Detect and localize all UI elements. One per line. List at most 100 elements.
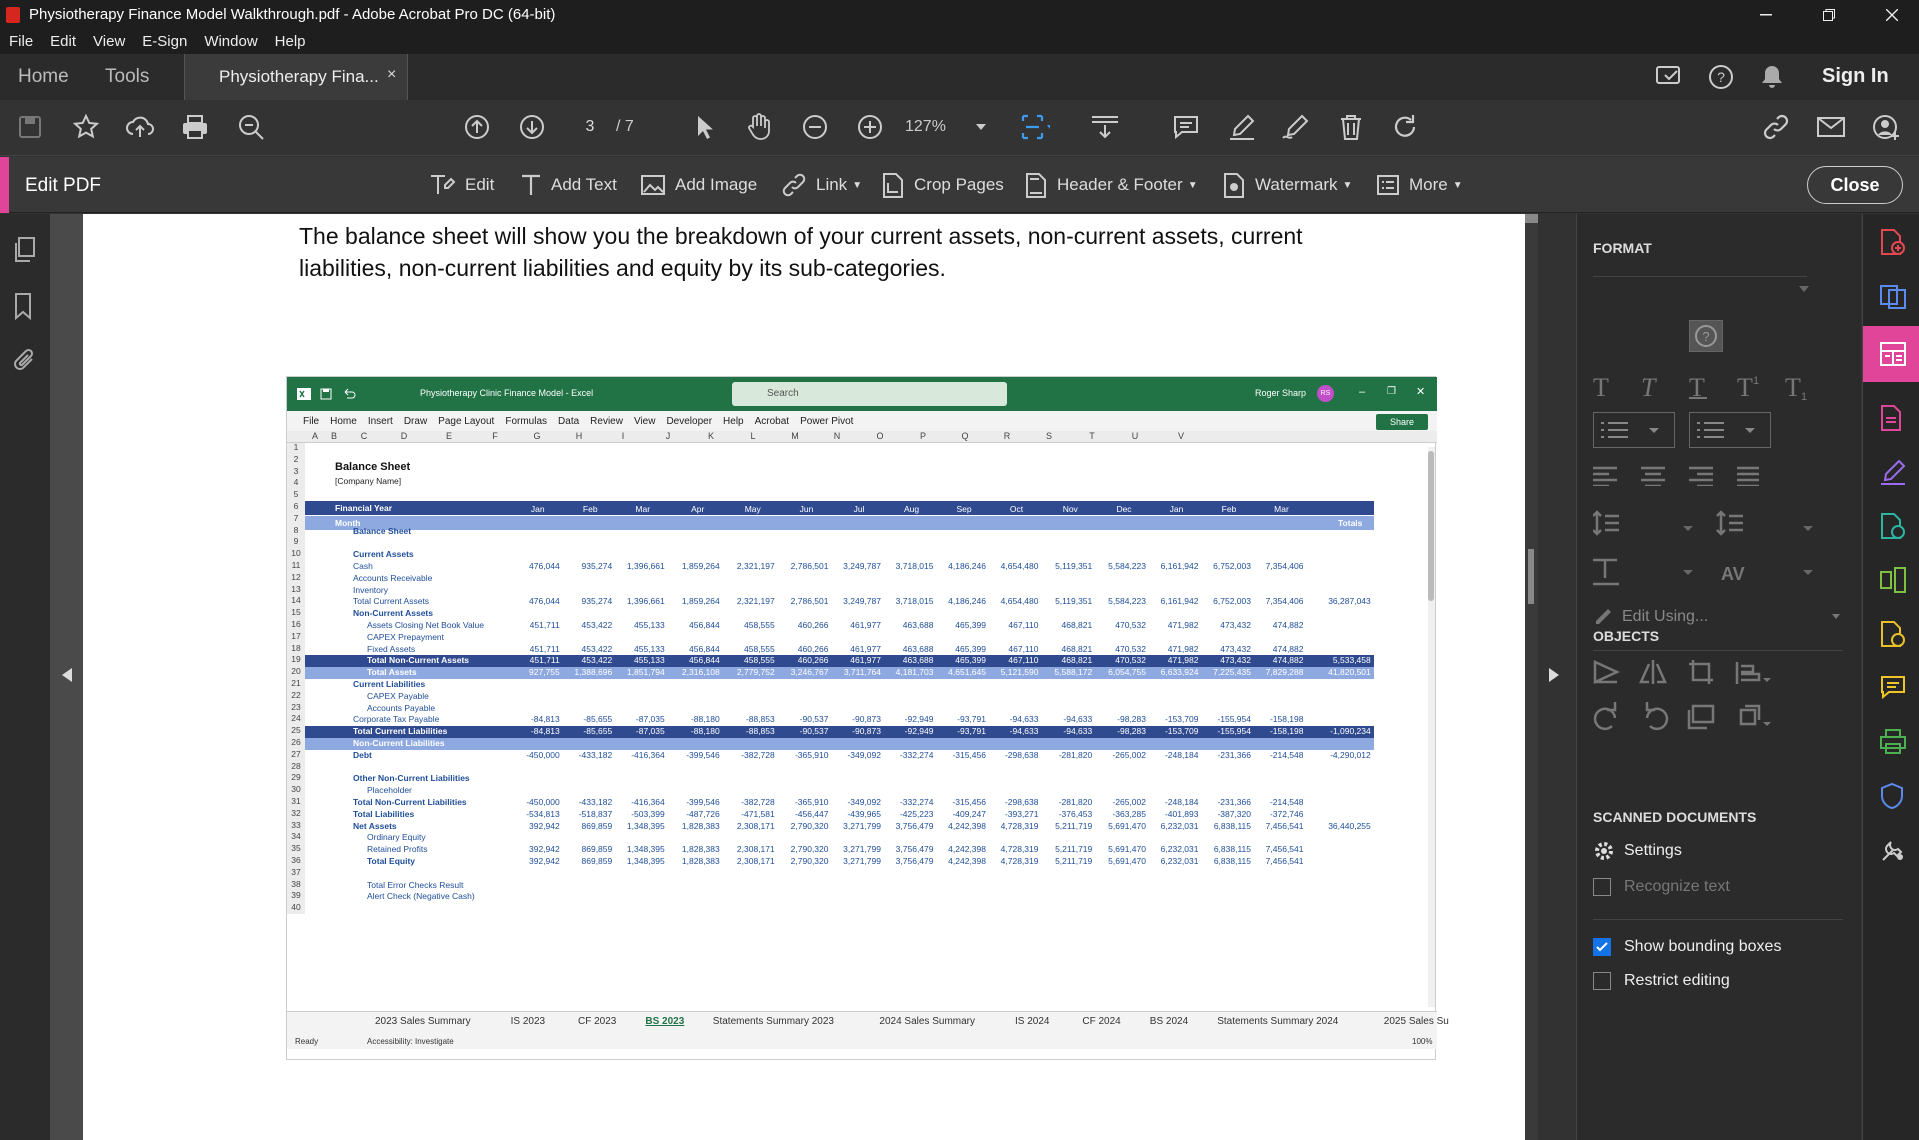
text-color-help-icon[interactable]: ? xyxy=(1689,320,1723,352)
fill-sign-icon[interactable] xyxy=(1879,458,1906,485)
zoom-dropdown-icon[interactable] xyxy=(966,112,996,142)
watermark-button[interactable]: Watermark ▼ xyxy=(1222,171,1352,199)
page-thumbnails-icon[interactable] xyxy=(12,236,38,262)
minimize-button[interactable] xyxy=(1743,0,1789,29)
share-link-icon[interactable] xyxy=(1762,112,1792,142)
notifications-bell-icon[interactable] xyxy=(1760,64,1784,90)
font-family-field[interactable] xyxy=(1593,276,1807,277)
select-cursor-icon[interactable] xyxy=(690,112,720,142)
close-edit-button[interactable]: Close xyxy=(1807,166,1903,204)
send-for-signature-icon[interactable] xyxy=(1879,512,1905,539)
excel-menu-item: Review xyxy=(590,415,623,427)
highlight-pen-icon[interactable] xyxy=(1227,112,1257,142)
page-fit-icon[interactable] xyxy=(1020,112,1050,142)
email-icon[interactable] xyxy=(1816,112,1846,142)
recognize-text-checkbox[interactable]: Recognize text xyxy=(1593,878,1730,896)
alignment-icons[interactable] xyxy=(1593,466,1759,486)
numbered-list-button[interactable] xyxy=(1689,412,1771,448)
value-cell: 453,422 xyxy=(581,643,613,654)
excel-ribbon-menu: File Home Insert Draw Page Layout Formulas Dat… xyxy=(287,411,1437,431)
sign-icon[interactable] xyxy=(1281,112,1311,142)
zoom-search-icon[interactable] xyxy=(236,112,266,142)
value-cell: 458,555 xyxy=(744,643,775,654)
restore-button[interactable] xyxy=(1806,0,1852,29)
value-cell: -93,791 xyxy=(957,726,986,737)
organize-pages-icon[interactable] xyxy=(1879,566,1906,593)
excel-menu-item: View xyxy=(633,415,656,427)
rotate-icon[interactable] xyxy=(1391,112,1421,142)
upload-cloud-icon[interactable] xyxy=(125,112,155,142)
month-cell: Sep xyxy=(956,504,972,514)
comment-icon[interactable] xyxy=(1171,112,1201,142)
share-screen-icon[interactable] xyxy=(1655,63,1685,91)
zoom-in-icon[interactable] xyxy=(855,112,885,142)
edit-button-label: Edit xyxy=(465,175,495,194)
delete-trash-icon[interactable] xyxy=(1336,112,1366,142)
bullet-list-button[interactable] xyxy=(1593,412,1675,448)
collapse-right-pane-icon[interactable] xyxy=(1549,668,1559,682)
edit-button[interactable]: Edit xyxy=(428,171,494,199)
text-style-icons[interactable]: T T T T T11 xyxy=(1593,372,1813,400)
value-cell: 2,790,320 xyxy=(790,844,829,855)
hand-tool-icon[interactable] xyxy=(744,112,774,142)
row-label: Total Error Checks Result xyxy=(367,879,464,890)
bookmark-star-icon[interactable] xyxy=(71,112,101,142)
scan-ocr-icon[interactable] xyxy=(1879,620,1905,647)
show-bounding-boxes-checkbox[interactable]: Show bounding boxes xyxy=(1593,938,1781,956)
tab-tools[interactable]: Tools xyxy=(105,54,149,100)
object-arrange-icons[interactable] xyxy=(1593,658,1813,748)
save-icon[interactable] xyxy=(15,112,45,142)
export-pdf-icon[interactable] xyxy=(1879,404,1905,431)
menu-window[interactable]: Window xyxy=(204,33,257,50)
print-production-icon[interactable] xyxy=(1879,728,1906,754)
value-cell: -94,633 xyxy=(1009,714,1039,725)
attachments-paperclip-icon[interactable] xyxy=(12,346,38,372)
create-pdf-icon[interactable] xyxy=(1879,228,1905,255)
close-tab-icon[interactable]: × xyxy=(387,66,396,84)
add-image-button[interactable]: Add Image xyxy=(640,171,757,199)
tab-home[interactable]: Home xyxy=(18,54,69,100)
menu-file[interactable]: File xyxy=(9,33,33,50)
comment-tool-icon[interactable] xyxy=(1879,674,1905,700)
add-user-icon[interactable] xyxy=(1871,112,1901,142)
sign-in-button[interactable]: Sign In xyxy=(1822,65,1889,88)
next-page-icon[interactable] xyxy=(517,112,547,142)
menu-esign[interactable]: E-Sign xyxy=(142,33,187,50)
menu-edit[interactable]: Edit xyxy=(50,33,76,50)
menu-help[interactable]: Help xyxy=(275,33,306,50)
excel-screenshot-image[interactable]: Physiotherapy Clinic Finance Model - Exc… xyxy=(286,376,1449,1060)
edit-using-button[interactable]: Edit Using... xyxy=(1593,607,1708,627)
tab-document[interactable]: Physiotherapy Fina... × xyxy=(184,54,408,100)
value-cell: 6,054,755 xyxy=(1108,667,1146,678)
add-text-button[interactable]: Add Text xyxy=(520,171,617,199)
spacing-icons[interactable]: AV xyxy=(1593,510,1843,610)
restrict-editing-checkbox[interactable]: Restrict editing xyxy=(1593,972,1730,990)
row-number: 4 xyxy=(287,477,305,490)
value-cell: 455,133 xyxy=(634,643,665,654)
menu-view[interactable]: View xyxy=(93,33,125,50)
scroll-mode-icon[interactable] xyxy=(1090,112,1120,142)
zoom-level[interactable]: 127% xyxy=(905,118,946,136)
ocr-settings-button[interactable]: Settings xyxy=(1593,840,1682,862)
crop-pages-button[interactable]: Crop Pages xyxy=(881,171,1004,199)
header-footer-button[interactable]: Header & Footer ▼ xyxy=(1024,171,1198,199)
page-number-input[interactable] xyxy=(558,110,622,144)
row-number: 34 xyxy=(287,831,305,844)
previous-page-icon[interactable] xyxy=(462,112,492,142)
value-cell: -231,366 xyxy=(1217,749,1251,760)
help-icon[interactable]: ? xyxy=(1707,63,1735,91)
month-band xyxy=(305,516,1374,530)
row-label: Total Liabilities xyxy=(353,808,415,819)
zoom-out-icon[interactable] xyxy=(800,112,830,142)
link-button[interactable]: Link ▼ xyxy=(781,171,862,199)
protect-shield-icon[interactable] xyxy=(1879,782,1905,810)
collapse-left-pane-icon[interactable] xyxy=(62,668,72,682)
more-button[interactable]: More ▼ xyxy=(1376,171,1463,199)
close-window-button[interactable] xyxy=(1869,0,1915,29)
print-icon[interactable] xyxy=(180,112,210,142)
edit-pdf-tool-icon[interactable] xyxy=(1879,340,1906,366)
document-vertical-scrollbar[interactable] xyxy=(1525,214,1538,1140)
more-tools-icon[interactable] xyxy=(1879,836,1905,862)
combine-files-icon[interactable] xyxy=(1879,282,1906,309)
bookmarks-icon[interactable] xyxy=(12,292,38,320)
